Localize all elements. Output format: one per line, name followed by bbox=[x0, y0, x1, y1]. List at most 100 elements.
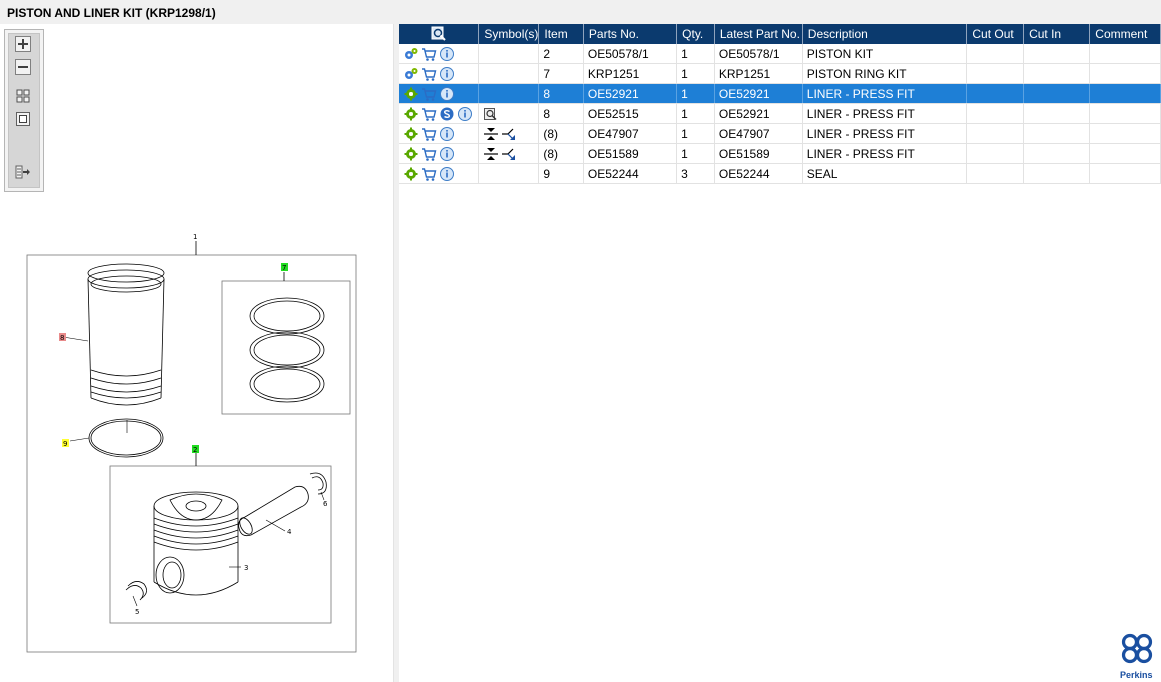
callout-9[interactable]: 9 bbox=[63, 440, 67, 448]
column-header-actions[interactable] bbox=[399, 24, 480, 44]
cell-cut-out bbox=[966, 44, 1025, 64]
cell-description: LINER - PRESS FIT bbox=[802, 123, 968, 144]
table-row[interactable]: (8) OE47907 1 OE47907 LINER - PRESS FIT bbox=[399, 123, 1161, 144]
cart-icon[interactable] bbox=[421, 166, 437, 182]
cart-icon[interactable] bbox=[421, 146, 437, 162]
cell-part-no: OE47907 bbox=[583, 123, 678, 144]
row-actions-cell bbox=[399, 143, 480, 164]
table-row[interactable]: 8 OE52515 1 OE52921 LINER - PRESS FIT bbox=[399, 103, 1161, 124]
info-icon[interactable] bbox=[457, 106, 473, 122]
cell-description: LINER - PRESS FIT bbox=[802, 103, 968, 124]
cell-description: LINER - PRESS FIT bbox=[802, 143, 968, 164]
cell-cut-in bbox=[1023, 163, 1091, 184]
cell-part-no: OE52244 bbox=[583, 163, 678, 184]
callout-4[interactable]: 4 bbox=[287, 528, 292, 536]
cell-description: LINER - PRESS FIT bbox=[802, 83, 968, 104]
info-icon[interactable] bbox=[439, 86, 455, 102]
cell-qty: 1 bbox=[676, 103, 715, 124]
row-symbols-cell bbox=[478, 44, 540, 64]
row-actions-cell bbox=[399, 103, 480, 124]
info-icon[interactable] bbox=[439, 126, 455, 142]
cell-item: (8) bbox=[538, 143, 584, 164]
column-header-cut-in[interactable]: Cut In bbox=[1023, 24, 1091, 44]
info-icon[interactable] bbox=[439, 166, 455, 182]
cell-cut-out bbox=[966, 163, 1025, 184]
callout-3[interactable]: 3 bbox=[244, 564, 248, 572]
cell-comment bbox=[1089, 44, 1161, 64]
column-header-latest-part-no[interactable]: Latest Part No. bbox=[714, 24, 803, 44]
row-symbols-cell bbox=[478, 143, 540, 164]
info-icon[interactable] bbox=[439, 66, 455, 82]
column-header-cut-out[interactable]: Cut Out bbox=[966, 24, 1025, 44]
column-header-parts-no[interactable]: Parts No. bbox=[583, 24, 678, 44]
actual-size-icon[interactable] bbox=[15, 111, 31, 127]
cell-cut-out bbox=[966, 143, 1025, 164]
cart-icon[interactable] bbox=[421, 86, 437, 102]
cell-qty: 1 bbox=[676, 63, 715, 84]
table-row[interactable]: 9 OE52244 3 OE52244 SEAL bbox=[399, 163, 1161, 184]
cell-part-no: OE50578/1 bbox=[583, 44, 678, 64]
cell-comment bbox=[1089, 103, 1161, 124]
zoom-in-icon[interactable] bbox=[15, 36, 31, 52]
gear-icon[interactable] bbox=[403, 166, 419, 182]
replace-arrow-icon bbox=[502, 148, 516, 160]
column-header-symbols[interactable]: Symbol(s) bbox=[478, 24, 540, 44]
gear-icon[interactable] bbox=[403, 126, 419, 142]
cart-icon[interactable] bbox=[421, 66, 437, 82]
callout-6[interactable]: 6 bbox=[323, 500, 328, 508]
expand-list-icon[interactable] bbox=[15, 164, 31, 180]
gear-icon[interactable] bbox=[403, 86, 419, 102]
cell-part-no: KRP1251 bbox=[583, 63, 678, 84]
callout-1[interactable]: 1 bbox=[193, 233, 197, 241]
press-fit-icon[interactable] bbox=[483, 146, 499, 162]
info-icon[interactable] bbox=[439, 146, 455, 162]
gear-icon[interactable] bbox=[403, 146, 419, 162]
column-header-comment[interactable]: Comment bbox=[1089, 24, 1161, 44]
window-title-bar: PISTON AND LINER KIT (KRP1298/1) bbox=[0, 0, 1161, 24]
cart-icon[interactable] bbox=[421, 46, 437, 62]
row-symbols-cell bbox=[478, 123, 540, 144]
cell-item: (8) bbox=[538, 123, 584, 144]
gear-icon[interactable] bbox=[403, 106, 419, 122]
cell-qty: 1 bbox=[676, 83, 715, 104]
callout-5[interactable]: 5 bbox=[135, 608, 139, 616]
column-header-description[interactable]: Description bbox=[802, 24, 968, 44]
cell-latest-part-no: OE51589 bbox=[714, 143, 803, 164]
table-row[interactable]: 7 KRP1251 1 KRP1251 PISTON RING KIT bbox=[399, 63, 1161, 84]
row-actions-cell bbox=[399, 83, 480, 104]
perkins-brand-name: Perkins bbox=[1120, 670, 1153, 680]
info-icon[interactable] bbox=[439, 46, 455, 62]
exploded-diagram[interactable]: 1 7 8 9 2 3 4 5 6 bbox=[0, 226, 393, 682]
cell-latest-part-no: KRP1251 bbox=[714, 63, 803, 84]
column-header-qty[interactable]: Qty. bbox=[676, 24, 715, 44]
cell-latest-part-no: OE52921 bbox=[714, 83, 803, 104]
zoom-out-icon[interactable] bbox=[15, 59, 31, 75]
callout-7[interactable]: 7 bbox=[282, 264, 286, 272]
gears-icon[interactable] bbox=[403, 66, 419, 82]
press-fit-icon[interactable] bbox=[483, 126, 499, 142]
cart-icon[interactable] bbox=[421, 106, 437, 122]
cell-comment bbox=[1089, 123, 1161, 144]
gears-icon[interactable] bbox=[403, 46, 419, 62]
search-parts-icon[interactable] bbox=[431, 26, 447, 42]
callout-8[interactable]: 8 bbox=[60, 334, 64, 342]
cell-item: 7 bbox=[538, 63, 584, 84]
fit-all-icon[interactable] bbox=[15, 88, 31, 104]
table-row[interactable]: 8 OE52921 1 OE52921 LINER - PRESS FIT bbox=[399, 83, 1161, 104]
column-header-item[interactable]: Item bbox=[538, 24, 584, 44]
cell-part-no: OE52921 bbox=[583, 83, 678, 104]
cell-qty: 1 bbox=[676, 44, 715, 64]
cell-latest-part-no: OE50578/1 bbox=[714, 44, 803, 64]
superseded-book-icon[interactable] bbox=[483, 106, 499, 122]
row-symbols-cell bbox=[478, 103, 540, 124]
cart-icon[interactable] bbox=[421, 126, 437, 142]
table-row[interactable]: (8) OE51589 1 OE51589 LINER - PRESS FIT bbox=[399, 143, 1161, 164]
cell-item: 2 bbox=[538, 44, 584, 64]
parts-table: Symbol(s) Item Parts No. Qty. Latest Par… bbox=[399, 24, 1161, 184]
supersession-icon[interactable] bbox=[439, 106, 455, 122]
callout-2[interactable]: 2 bbox=[193, 446, 197, 454]
cell-description: SEAL bbox=[802, 163, 968, 184]
cell-latest-part-no: OE52921 bbox=[714, 103, 803, 124]
cell-cut-in bbox=[1023, 123, 1091, 144]
table-row[interactable]: 2 OE50578/1 1 OE50578/1 PISTON KIT bbox=[399, 44, 1161, 64]
